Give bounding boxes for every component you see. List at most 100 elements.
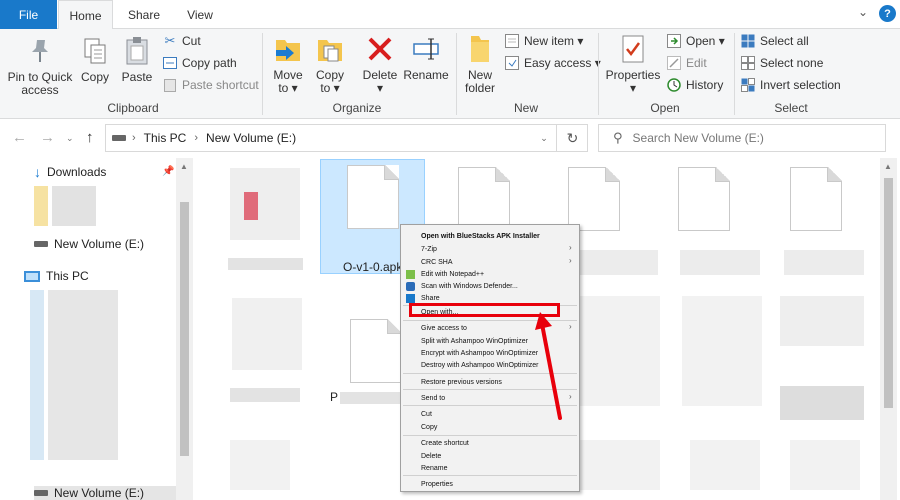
scroll-up-icon[interactable]: ▲	[180, 162, 188, 171]
pin-to-quick-access-button[interactable]: Pin to Quick access	[6, 35, 74, 97]
blurred-thumbnail	[230, 168, 300, 240]
new-group-label: New	[513, 101, 538, 115]
menu-item-7zip[interactable]: 7-Zip	[421, 245, 437, 254]
blurred-file-tile	[780, 296, 864, 346]
menu-item-scan-defender[interactable]: Scan with Windows Defender...	[421, 282, 518, 291]
organize-group-label: Organize	[332, 101, 382, 115]
new-item-button[interactable]: New item ▾	[504, 32, 583, 50]
breadcrumb-chevron-icon: ›	[132, 132, 136, 144]
copy-to-icon	[315, 33, 345, 65]
collapse-ribbon-icon[interactable]: ⌄	[858, 5, 868, 19]
file-tile[interactable]	[218, 292, 314, 407]
menu-item-split-ashampoo[interactable]: Split with Ashampoo WinOptimizer	[421, 337, 528, 346]
menu-item-send-to[interactable]: Send to	[421, 394, 445, 403]
blurred-file-name	[784, 250, 864, 275]
blurred-folder-icon	[34, 186, 48, 226]
nav-item-downloads[interactable]: ↓ Downloads	[34, 164, 106, 180]
easy-access-button[interactable]: Easy access ▾	[504, 54, 601, 72]
easy-access-icon	[504, 55, 520, 71]
menu-item-edit-notepad[interactable]: Edit with Notepad++	[421, 270, 484, 279]
edit-icon	[666, 55, 682, 71]
copy-path-label: Copy path	[182, 56, 237, 70]
invert-selection-icon	[740, 77, 756, 93]
new-item-label: New item ▾	[524, 34, 584, 48]
copy-to-label-2: to ▾	[320, 81, 340, 95]
tab-file[interactable]: File	[0, 0, 57, 29]
properties-button[interactable]: Properties ▾	[604, 33, 662, 95]
group-divider	[262, 33, 263, 115]
copy-path-button[interactable]: Copy path	[162, 54, 237, 72]
menu-item-share[interactable]: Share	[421, 294, 440, 303]
nav-item-new-volume[interactable]: New Volume (E:)	[34, 237, 144, 251]
edit-button[interactable]: Edit	[666, 54, 707, 72]
scissors-icon: ✂	[164, 33, 176, 48]
select-all-icon	[740, 33, 756, 49]
file-tile[interactable]	[218, 162, 314, 277]
easy-access-label: Easy access ▾	[524, 56, 601, 70]
menu-item-give-access[interactable]: Give access to	[421, 324, 467, 333]
nav-item-this-pc[interactable]: This PC	[24, 269, 89, 283]
menu-item-cut[interactable]: Cut	[421, 410, 432, 419]
menu-item-open-with-bluestacks[interactable]: Open with BlueStacks APK Installer	[421, 232, 540, 241]
open-arrow-icon	[666, 33, 682, 49]
breadcrumb-this-pc[interactable]: This PC	[144, 131, 187, 145]
paste-button[interactable]: Paste	[118, 35, 156, 84]
new-folder-button[interactable]: New folder	[462, 33, 498, 95]
pin-label-2: access	[21, 83, 59, 97]
paste-shortcut-button[interactable]: Paste shortcut	[162, 76, 259, 94]
copy-to-button[interactable]: Copy to ▾	[312, 33, 348, 95]
drive-icon	[34, 241, 48, 247]
content-scrollbar[interactable]: ▲	[880, 158, 897, 500]
recent-locations-chevron-icon[interactable]: ⌄	[66, 133, 74, 144]
menu-item-copy[interactable]: Copy	[421, 423, 437, 432]
select-all-button[interactable]: Select all	[740, 32, 809, 50]
copy-icon	[80, 35, 110, 67]
invert-selection-button[interactable]: Invert selection	[740, 76, 841, 94]
scroll-up-icon[interactable]: ▲	[884, 162, 892, 171]
up-arrow-icon[interactable]: ↑	[86, 129, 94, 146]
properties-icon	[618, 33, 648, 65]
breadcrumb-chevron-icon: ›	[194, 132, 199, 144]
share-icon	[406, 294, 415, 303]
select-none-icon	[740, 55, 756, 71]
group-divider	[598, 33, 599, 115]
select-none-button[interactable]: Select none	[740, 54, 823, 72]
menu-item-rename[interactable]: Rename	[421, 464, 447, 473]
pin-icon[interactable]: 📌	[162, 166, 174, 177]
nav-item-new-volume-bottom[interactable]: New Volume (E:)	[34, 486, 176, 500]
blurred-file-name	[340, 392, 400, 404]
menu-item-restore-versions[interactable]: Restore previous versions	[421, 378, 502, 387]
search-box[interactable]: ⚲ Search New Volume (E:)	[598, 124, 886, 152]
rename-button[interactable]: Rename	[402, 33, 450, 82]
tab-share[interactable]: Share	[118, 0, 170, 29]
nav-scroll-thumb[interactable]	[180, 202, 189, 456]
open-button[interactable]: Open ▾	[666, 32, 725, 50]
address-dropdown-icon[interactable]: ⌄	[533, 124, 555, 152]
copy-button[interactable]: Copy	[78, 35, 112, 84]
move-to-button[interactable]: Move to ▾	[270, 33, 306, 95]
breadcrumb-volume[interactable]: New Volume (E:)	[206, 131, 296, 145]
selected-file-name: O-v1-0.apk	[343, 260, 403, 274]
address-bar[interactable]: › This PC › New Volume (E:)	[105, 124, 588, 152]
menu-item-properties[interactable]: Properties	[421, 480, 453, 489]
forward-arrow-icon[interactable]: →	[40, 129, 55, 146]
menu-item-create-shortcut[interactable]: Create shortcut	[421, 439, 469, 448]
tab-view[interactable]: View	[174, 0, 226, 29]
delete-button[interactable]: Delete ▾	[360, 33, 400, 95]
menu-item-crc-sha[interactable]: CRC SHA	[421, 258, 453, 267]
refresh-icon[interactable]: ↻	[556, 124, 588, 152]
drive-icon	[112, 135, 126, 141]
menu-item-delete[interactable]: Delete	[421, 452, 441, 461]
tab-home[interactable]: Home	[58, 0, 113, 30]
download-arrow-icon: ↓	[34, 164, 41, 180]
select-none-label: Select none	[760, 56, 824, 70]
history-button[interactable]: History	[666, 76, 723, 94]
menu-item-encrypt-ashampoo[interactable]: Encrypt with Ashampoo WinOptimizer	[421, 349, 538, 358]
back-arrow-icon[interactable]: ←	[12, 129, 27, 146]
help-icon[interactable]: ?	[879, 5, 896, 22]
menu-item-destroy-ashampoo[interactable]: Destroy with Ashampoo WinOptimizer	[421, 361, 538, 370]
properties-label-2: ▾	[629, 81, 637, 95]
content-scroll-thumb[interactable]	[884, 178, 893, 408]
cut-button[interactable]: ✂ Cut	[162, 32, 201, 50]
nav-pane-scrollbar[interactable]: ▲	[176, 158, 193, 500]
